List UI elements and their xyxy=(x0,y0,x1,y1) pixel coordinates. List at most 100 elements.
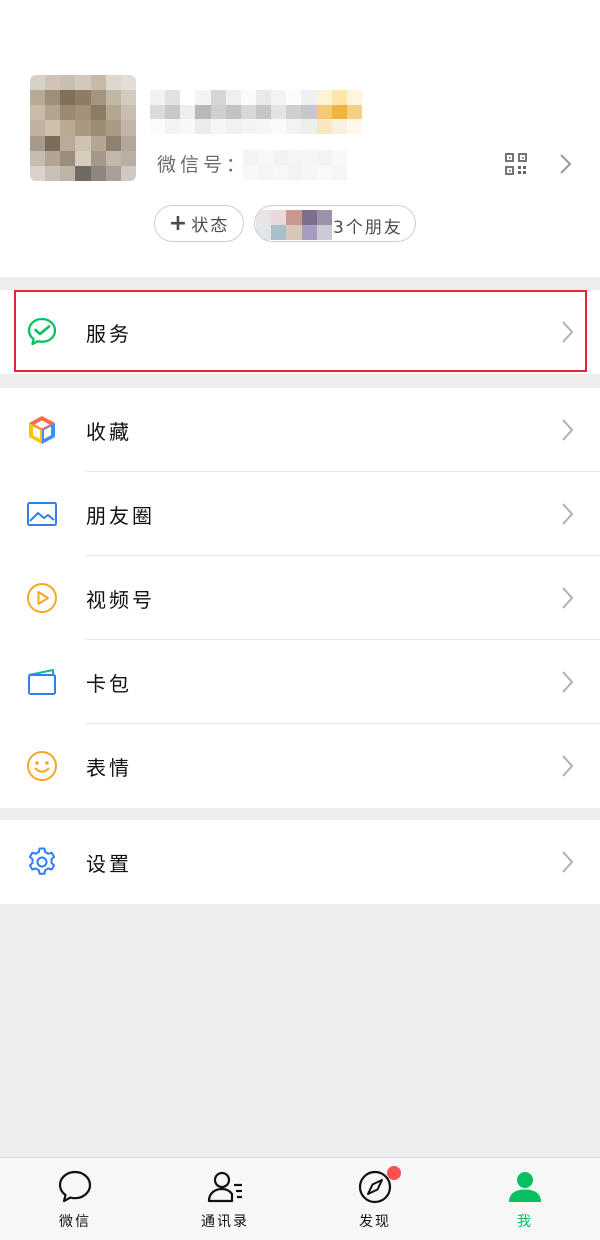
blur-pixel xyxy=(316,225,332,240)
blur-pixel xyxy=(90,165,106,181)
blur-pixel xyxy=(60,135,76,151)
blur-pixel xyxy=(30,135,46,151)
blur-pixel xyxy=(195,119,211,134)
blur-pixel xyxy=(301,104,317,120)
menu-item-label: 表情 xyxy=(86,756,132,780)
menu-item-label: 服务 xyxy=(86,322,132,346)
blur-pixel xyxy=(45,75,61,91)
friends-status-pill[interactable]: 3个朋友 xyxy=(254,205,416,242)
menu-item-stickers[interactable]: 表情 xyxy=(0,724,600,808)
blur-pixel xyxy=(120,75,136,91)
blur-pixel xyxy=(75,120,91,136)
blur-pixel xyxy=(30,165,46,181)
blur-pixel xyxy=(30,150,46,166)
blur-pixel xyxy=(105,75,121,91)
blur-pixel xyxy=(256,225,272,240)
blur-pixel xyxy=(271,210,287,225)
menu-item-channels[interactable]: 视频号 xyxy=(0,556,600,640)
tab-me[interactable]: 我 xyxy=(450,1158,600,1240)
card-wallet-icon xyxy=(28,669,56,695)
blur-pixel xyxy=(150,104,166,120)
tab-discover[interactable]: 发现 xyxy=(300,1158,450,1240)
menu-item-settings[interactable]: 设置 xyxy=(0,820,600,904)
blur-pixel xyxy=(317,165,333,180)
blur-pixel xyxy=(120,120,136,136)
menu-item-card-wallet[interactable]: 卡包 xyxy=(0,640,600,724)
blur-pixel xyxy=(286,90,302,105)
moments-picture-icon xyxy=(27,502,57,526)
blur-pixel xyxy=(195,90,211,105)
sticker-smiley-icon xyxy=(27,751,57,781)
blur-pixel xyxy=(90,150,106,166)
blur-pixel xyxy=(271,225,287,240)
blur-pixel xyxy=(286,225,302,240)
wechat-id-blurred xyxy=(243,150,347,180)
menu-group-services: 服务 xyxy=(0,290,600,374)
add-status-button[interactable]: + 状态 xyxy=(154,205,244,242)
menu-group-settings: 设置 xyxy=(0,820,600,904)
tab-label: 微信 xyxy=(59,1214,91,1230)
blur-pixel xyxy=(243,165,258,180)
avatar[interactable] xyxy=(30,75,136,181)
blur-pixel xyxy=(256,104,272,120)
blur-pixel xyxy=(45,150,61,166)
menu-item-moments[interactable]: 朋友圈 xyxy=(0,472,600,556)
tab-contacts[interactable]: 通讯录 xyxy=(150,1158,300,1240)
profile-chevron-right-icon[interactable] xyxy=(558,152,574,176)
blur-pixel xyxy=(346,119,362,134)
chevron-right-icon xyxy=(562,321,574,343)
blur-pixel xyxy=(120,165,136,181)
blur-pixel xyxy=(45,135,61,151)
blur-pixel xyxy=(240,104,256,120)
blur-pixel xyxy=(225,119,241,134)
plus-icon: + xyxy=(168,211,188,236)
menu-item-favorites[interactable]: 收藏 xyxy=(0,388,600,472)
blur-pixel xyxy=(225,90,241,105)
blur-pixel xyxy=(317,150,333,165)
blur-pixel xyxy=(302,150,318,165)
blur-pixel xyxy=(45,105,61,121)
blur-pixel xyxy=(90,90,106,106)
menu-item-label: 设置 xyxy=(86,852,132,876)
blur-pixel xyxy=(287,165,303,180)
favorites-cube-icon xyxy=(29,416,55,444)
me-person-icon xyxy=(509,1172,541,1202)
channels-play-icon xyxy=(27,583,57,613)
blur-pixel xyxy=(120,135,136,151)
blur-pixel xyxy=(301,225,317,240)
blur-pixel xyxy=(180,104,196,120)
settings-gear-icon xyxy=(28,847,56,875)
blur-pixel xyxy=(105,150,121,166)
friends-avatars-blurred xyxy=(256,210,332,240)
bottom-tab-bar: 微信 通讯录 发现 我 xyxy=(0,1157,600,1240)
menu-group-main: 收藏 朋友圈 视频号 卡包 表情 xyxy=(0,388,600,808)
blur-pixel xyxy=(257,150,273,165)
blur-pixel xyxy=(105,90,121,106)
blur-pixel xyxy=(225,104,241,120)
blur-pixel xyxy=(195,104,211,120)
blur-pixel xyxy=(256,210,272,225)
chevron-right-icon xyxy=(562,671,574,693)
blur-pixel xyxy=(90,135,106,151)
blur-pixel xyxy=(165,90,181,105)
blur-pixel xyxy=(60,75,76,91)
blur-pixel xyxy=(272,165,288,180)
chevron-right-icon xyxy=(562,419,574,441)
blur-pixel xyxy=(30,75,46,91)
blur-pixel xyxy=(90,120,106,136)
menu-item-label: 视频号 xyxy=(86,588,155,612)
menu-item-services[interactable]: 服务 xyxy=(0,290,600,374)
qr-code-icon[interactable] xyxy=(505,153,527,175)
blur-pixel xyxy=(271,104,287,120)
blur-pixel xyxy=(60,120,76,136)
blur-pixel xyxy=(301,119,317,134)
blur-pixel xyxy=(105,165,121,181)
blur-pixel xyxy=(332,150,347,165)
blur-pixel xyxy=(346,90,362,105)
blur-pixel xyxy=(210,104,226,120)
chat-bubble-icon xyxy=(58,1170,92,1203)
blur-pixel xyxy=(180,90,196,105)
blur-pixel xyxy=(45,120,61,136)
blur-pixel xyxy=(60,90,76,106)
tab-chats[interactable]: 微信 xyxy=(0,1158,150,1240)
